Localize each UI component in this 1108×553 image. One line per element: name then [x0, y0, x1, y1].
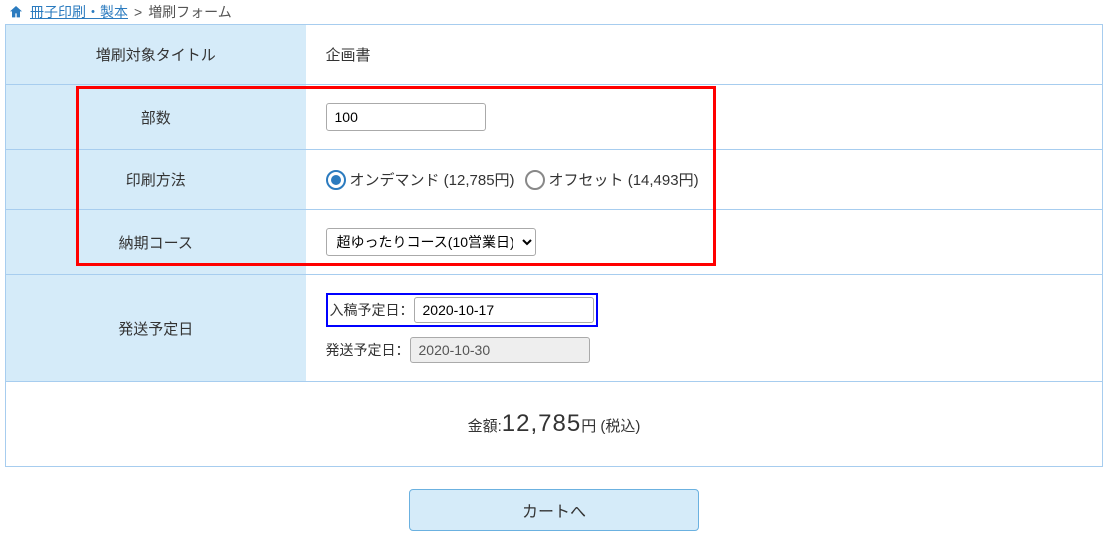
submission-date-input[interactable]: [414, 297, 594, 323]
label-quantity: 部数: [6, 85, 306, 150]
shipping-date-output: [410, 337, 590, 363]
submission-date-label: 入稿予定日：: [330, 300, 414, 320]
value-title: 企画書: [326, 47, 371, 64]
label-course: 納期コース: [6, 210, 306, 275]
reprint-form-table: 増刷対象タイトル 企画書 部数 印刷方法 オンデマンド (12,785円) オフ…: [5, 24, 1103, 467]
breadcrumb-separator: >: [134, 4, 142, 20]
label-method: 印刷方法: [6, 150, 306, 210]
breadcrumb: 冊子印刷・製本 > 増刷フォーム: [0, 0, 1108, 24]
breadcrumb-current: 増刷フォーム: [148, 2, 232, 22]
price-tax: (税込): [600, 418, 640, 435]
label-dates: 発送予定日: [6, 275, 306, 382]
price-label: 金額:: [468, 418, 502, 435]
course-select[interactable]: 超ゆったりコース(10営業日): [326, 228, 536, 256]
price-currency: 円: [581, 418, 596, 435]
radio-ondemand[interactable]: [326, 170, 346, 190]
quantity-input[interactable]: [326, 103, 486, 131]
annotation-blue-box: 入稿予定日：: [326, 293, 598, 327]
breadcrumb-link[interactable]: 冊子印刷・製本: [30, 2, 128, 22]
home-icon: [8, 4, 24, 20]
label-title: 増刷対象タイトル: [6, 25, 306, 85]
shipping-date-label: 発送予定日：: [326, 340, 410, 360]
radio-offset-label: オフセット (14,493円): [549, 169, 699, 190]
add-to-cart-button[interactable]: カートへ: [409, 489, 699, 531]
price-value: 12,785: [502, 410, 581, 437]
radio-ondemand-label: オンデマンド (12,785円): [350, 169, 515, 190]
radio-offset[interactable]: [525, 170, 545, 190]
